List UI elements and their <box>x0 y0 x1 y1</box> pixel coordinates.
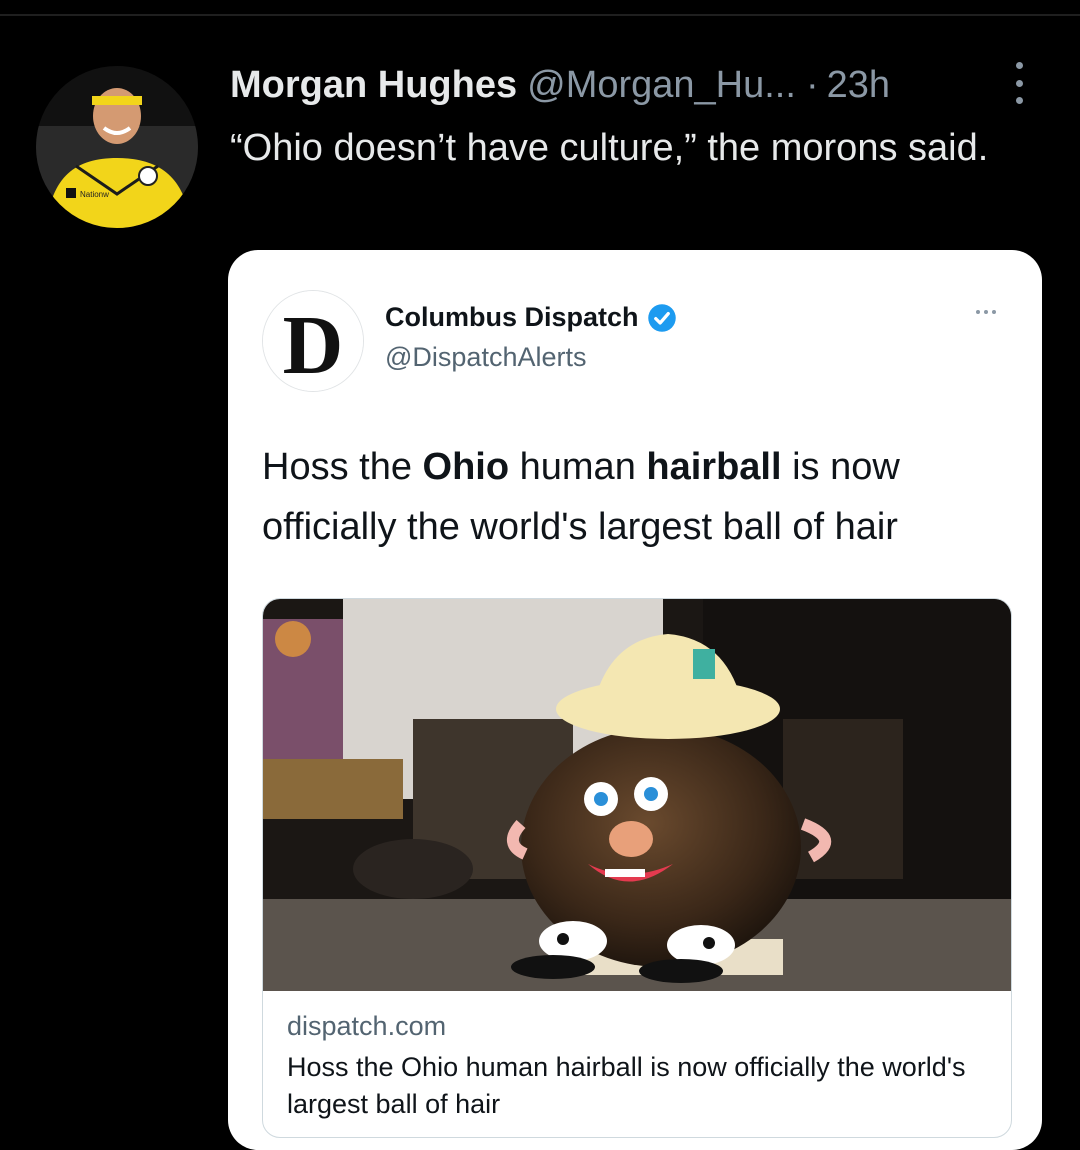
tweet-timestamp[interactable]: 23h <box>827 64 890 107</box>
quoted-author-handle[interactable]: @DispatchAlerts <box>385 342 586 373</box>
verified-badge-icon <box>647 303 676 332</box>
more-options-icon[interactable] <box>1004 62 1034 104</box>
svg-text:Nationw: Nationw <box>80 190 109 199</box>
top-divider <box>0 14 1080 16</box>
card-more-icon[interactable] <box>976 310 996 314</box>
link-domain[interactable]: dispatch.com <box>287 1011 446 1042</box>
tweet-text: “Ohio doesn’t have culture,” the morons … <box>230 127 989 169</box>
separator-dot: · <box>805 63 819 106</box>
quoted-text-part: Hoss the <box>262 446 423 488</box>
quoted-text-bold-hairball: hairball <box>646 446 782 488</box>
tweet-header: Morgan Hughes @Morgan_Hu... · 23h <box>230 58 890 112</box>
link-title[interactable]: Hoss the Ohio human hairball is now offi… <box>287 1049 997 1123</box>
quoted-author-label: Columbus Dispatch <box>385 302 639 332</box>
quoted-tweet-text: Hoss the Ohio human hairball is now offi… <box>262 437 1022 557</box>
quoted-text-bold-ohio: Ohio <box>422 446 510 488</box>
profile-photo-icon: Nationw <box>36 66 198 228</box>
author-handle[interactable]: @Morgan_Hu... <box>527 64 796 107</box>
quoted-text-part: human <box>509 446 647 488</box>
author-avatar[interactable]: Nationw <box>36 66 198 228</box>
quoted-tweet-card[interactable]: D Columbus Dispatch @DispatchAlerts Hoss… <box>228 250 1042 1150</box>
quoted-author-name[interactable]: Columbus Dispatch <box>385 302 677 333</box>
link-preview-card[interactable]: dispatch.com Hoss the Ohio human hairbal… <box>262 598 1012 1138</box>
author-name[interactable]: Morgan Hughes <box>230 64 517 107</box>
hairball-photo-icon[interactable] <box>263 599 1011 991</box>
dispatch-logo-icon[interactable]: D <box>262 290 364 392</box>
svg-text:D: D <box>283 299 344 391</box>
